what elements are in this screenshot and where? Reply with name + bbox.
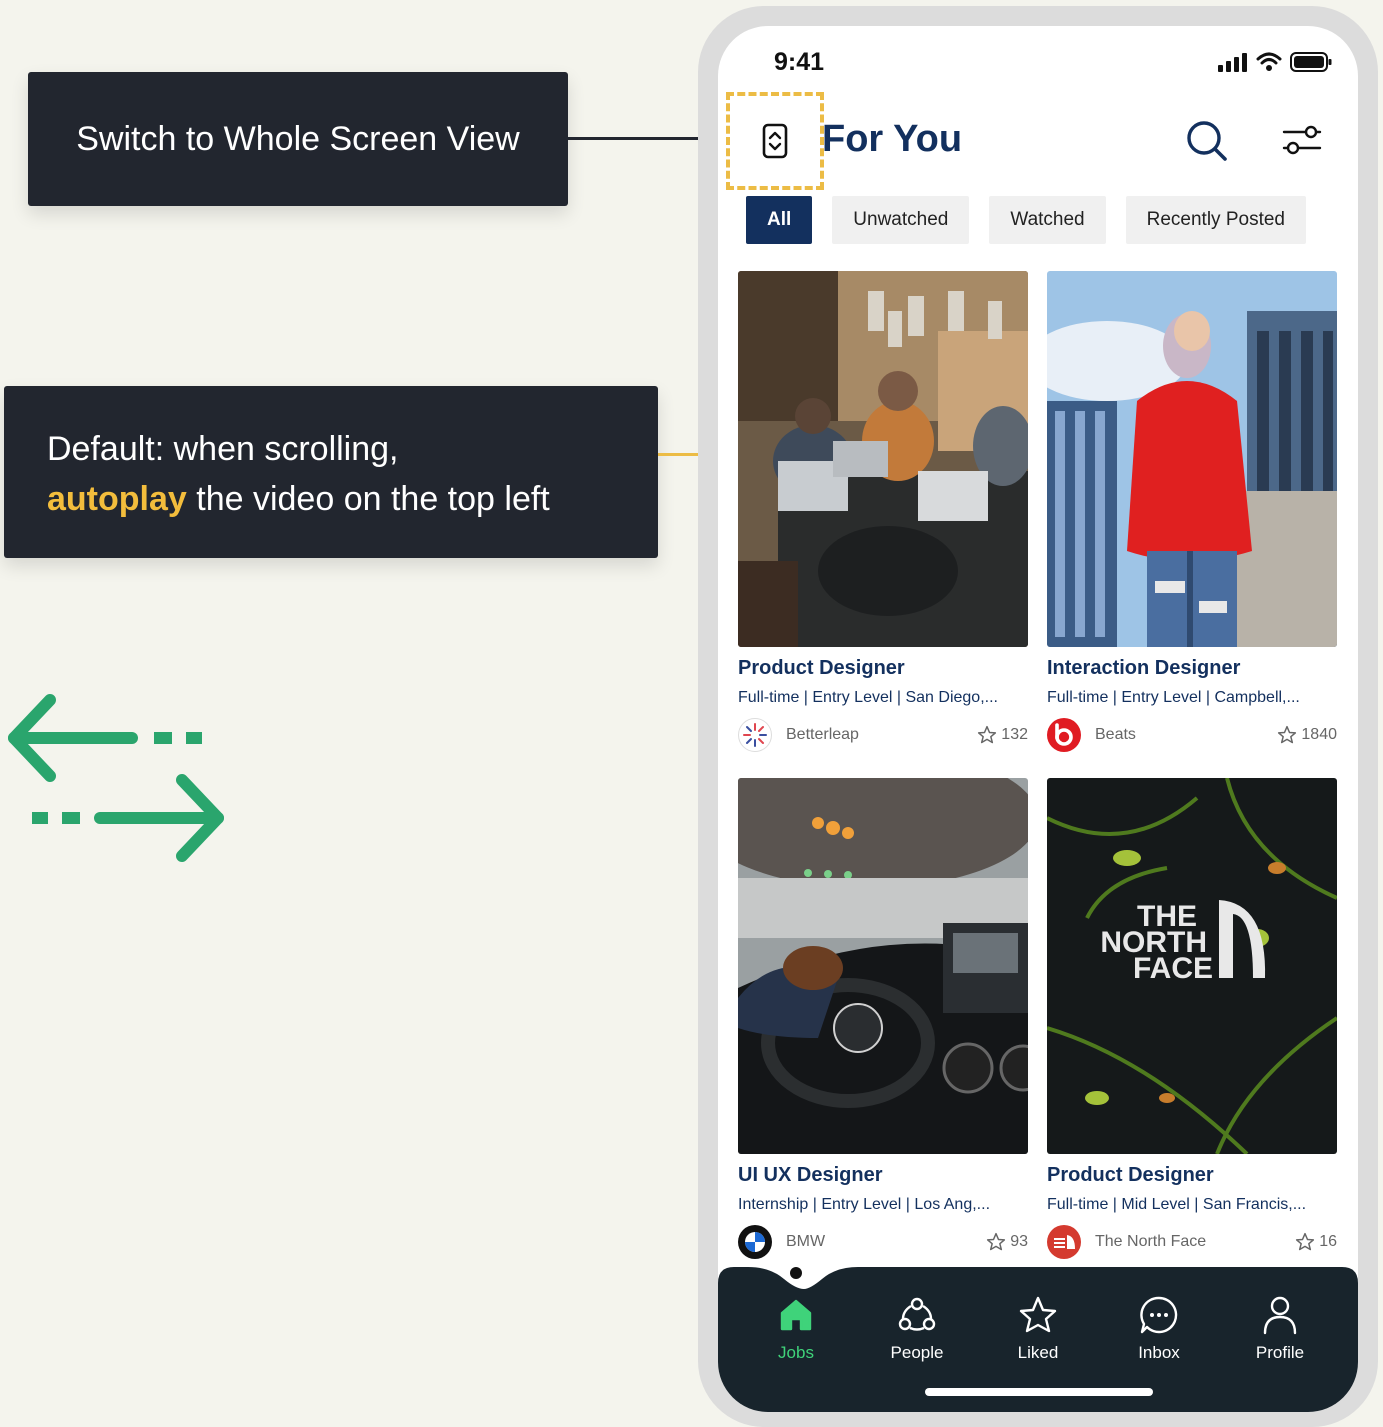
north-face-logo bbox=[1047, 1225, 1081, 1259]
company-name: Betterleap bbox=[786, 726, 859, 743]
chip-unwatched[interactable]: Unwatched bbox=[832, 196, 970, 244]
tab-people[interactable]: People bbox=[862, 1295, 972, 1363]
job-card[interactable]: UI UX Designer Internship | Entry Level … bbox=[738, 778, 1028, 1260]
autoplay-callout-suffix: the video on the top left bbox=[186, 480, 550, 518]
company-row: Beats 1840 bbox=[1047, 717, 1337, 753]
autoplay-callout: Default: when scrolling, autoplay the vi… bbox=[4, 386, 658, 558]
job-card[interactable]: THE NORTH FACE Product Designer Full-tim… bbox=[1047, 778, 1337, 1260]
tab-label: Jobs bbox=[778, 1343, 814, 1362]
bmw-logo-mark bbox=[739, 1226, 771, 1258]
beats-logo bbox=[1047, 718, 1081, 752]
tab-jobs[interactable]: Jobs bbox=[741, 1295, 851, 1363]
like-count: 132 bbox=[1001, 726, 1028, 743]
battery-icon bbox=[1290, 52, 1332, 72]
tab-label: Liked bbox=[1017, 1343, 1059, 1362]
like-button[interactable]: 16 bbox=[1295, 1232, 1337, 1252]
chip-watched[interactable]: Watched bbox=[989, 196, 1106, 244]
job-video-thumbnail[interactable] bbox=[738, 271, 1028, 647]
tab-liked[interactable]: Liked bbox=[983, 1295, 1093, 1363]
company-row: The North Face 16 bbox=[1047, 1224, 1337, 1260]
tab-label: Profile bbox=[1255, 1343, 1305, 1362]
filter-chips: All Unwatched Watched Recently Posted bbox=[746, 196, 1306, 244]
search-icon bbox=[1187, 121, 1227, 161]
signal-icon bbox=[1218, 53, 1247, 72]
job-video-thumbnail[interactable] bbox=[738, 778, 1028, 1154]
chip-recently-posted[interactable]: Recently Posted bbox=[1125, 196, 1306, 244]
chat-icon bbox=[1140, 1296, 1178, 1334]
job-title: Product Designer bbox=[1047, 1164, 1214, 1186]
company-name: Beats bbox=[1095, 726, 1136, 743]
job-meta: Full-time | Entry Level | San Diego,... bbox=[738, 689, 998, 706]
sliders-icon bbox=[1282, 125, 1322, 155]
job-card[interactable]: Product Designer Full-time | Entry Level… bbox=[738, 271, 1028, 753]
job-meta: Full-time | Entry Level | Campbell,... bbox=[1047, 689, 1300, 706]
betterleap-logo bbox=[738, 718, 772, 752]
search-button[interactable] bbox=[1184, 118, 1228, 167]
like-count: 16 bbox=[1319, 1233, 1337, 1250]
like-button[interactable]: 93 bbox=[986, 1232, 1028, 1252]
job-video-thumbnail[interactable] bbox=[1047, 271, 1337, 647]
tab-profile[interactable]: Profile bbox=[1225, 1295, 1335, 1363]
tab-label: Inbox bbox=[1138, 1343, 1180, 1362]
tab-inbox[interactable]: Inbox bbox=[1104, 1295, 1214, 1363]
tab-label: People bbox=[890, 1343, 944, 1362]
north-face-logo-mark bbox=[1054, 1235, 1075, 1249]
job-meta: Internship | Entry Level | Los Ang,... bbox=[738, 1196, 991, 1213]
status-icons bbox=[1218, 52, 1332, 72]
like-count: 93 bbox=[1010, 1233, 1028, 1250]
bmw-logo bbox=[738, 1225, 772, 1259]
autoplay-highlight: autoplay bbox=[47, 480, 187, 518]
company-row: BMW 93 bbox=[738, 1224, 1028, 1260]
home-icon bbox=[780, 1299, 812, 1331]
job-title: Interaction Designer bbox=[1047, 657, 1241, 679]
job-title: Product Designer bbox=[738, 657, 905, 679]
status-time: 9:41 bbox=[774, 48, 825, 76]
switch-view-icon bbox=[762, 123, 788, 159]
like-count: 1840 bbox=[1301, 726, 1337, 743]
home-indicator bbox=[925, 1388, 1153, 1396]
star-outline-icon bbox=[987, 1232, 1006, 1251]
chip-all[interactable]: All bbox=[746, 196, 813, 244]
switch-view-callout: Switch to Whole Screen View bbox=[28, 72, 568, 206]
job-card[interactable]: Interaction Designer Full-time | Entry L… bbox=[1047, 271, 1337, 753]
betterleap-logo-mark bbox=[743, 723, 767, 747]
swap-arrows-icon bbox=[8, 694, 224, 862]
page-title: For You bbox=[822, 118, 963, 160]
star-outline-icon bbox=[1296, 1232, 1315, 1251]
company-name: BMW bbox=[786, 1233, 826, 1250]
job-meta: Full-time | Mid Level | San Francis,... bbox=[1047, 1196, 1307, 1213]
job-title: UI UX Designer bbox=[738, 1164, 883, 1186]
beats-logo-mark bbox=[1055, 723, 1073, 746]
filter-button[interactable] bbox=[1280, 118, 1324, 167]
company-row: Betterleap 132 bbox=[738, 717, 1028, 753]
phone-screen: 9:41 For You All Unwatched Watched Recen… bbox=[718, 26, 1358, 1412]
office-meeting-image bbox=[738, 271, 1028, 647]
svg-text:FACE: FACE bbox=[1133, 952, 1213, 985]
people-icon bbox=[898, 1297, 936, 1331]
company-name: The North Face bbox=[1095, 1233, 1207, 1250]
like-button[interactable]: 132 bbox=[977, 725, 1028, 745]
car-interior-image bbox=[738, 778, 1028, 1154]
north-face-image: THE NORTH FACE bbox=[1047, 778, 1337, 1154]
profile-icon bbox=[1263, 1296, 1297, 1335]
star-outline-icon bbox=[1278, 725, 1297, 744]
star-icon bbox=[1019, 1296, 1057, 1333]
red-hoodie-image bbox=[1047, 271, 1337, 647]
job-video-thumbnail[interactable]: THE NORTH FACE bbox=[1047, 778, 1337, 1154]
autoplay-callout-line-2: autoplay the video on the top left bbox=[47, 474, 658, 524]
autoplay-callout-line-1: Default: when scrolling, bbox=[47, 430, 399, 468]
switch-to-whole-screen-button[interactable] bbox=[726, 92, 824, 190]
switch-view-callout-text: Switch to Whole Screen View bbox=[76, 119, 520, 158]
star-outline-icon bbox=[978, 725, 997, 744]
wifi-icon bbox=[1256, 52, 1282, 71]
like-button[interactable]: 1840 bbox=[1277, 725, 1337, 745]
